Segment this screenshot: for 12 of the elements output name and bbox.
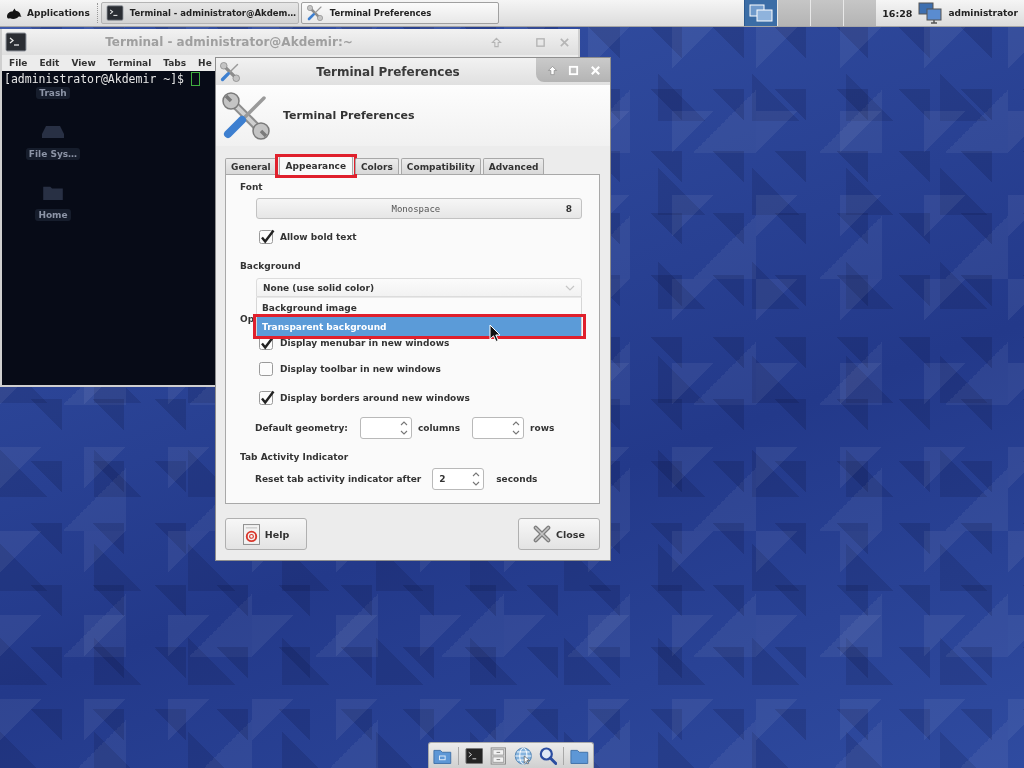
window-title: Terminal - administrator@Akdemir:~ [105,35,353,49]
unit-label: columns [417,423,461,433]
section-heading: Background [240,260,301,273]
section-heading: Tab Activity Indicator [240,451,349,464]
unit-label: seconds [496,474,538,484]
section-heading: Font [240,181,263,194]
dialog-heading: Terminal Preferences [283,109,415,122]
unit-label: rows [530,423,555,433]
field-label: Default geometry: [255,423,348,433]
window-title: Terminal Preferences [316,64,460,79]
shell-prompt: [administrator@Akdemir ~]$ [4,72,184,86]
field-label: Reset tab activity indicator after [255,474,422,484]
